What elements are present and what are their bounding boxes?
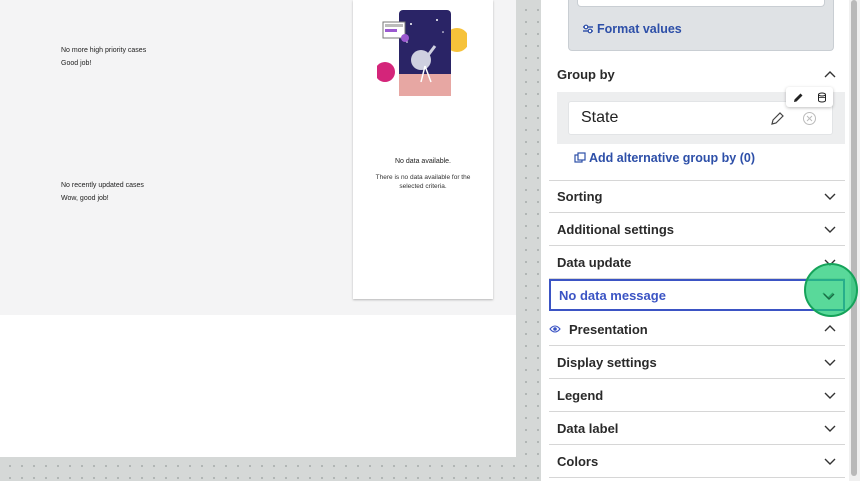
format-values-label: Format values [597,22,682,36]
group-by-value: State [581,109,619,126]
no-data-title: No data available. [394,158,452,165]
section-label: Data label [557,420,619,436]
chevron-up-icon [824,70,836,77]
edit-icon[interactable] [793,92,804,103]
empty-title: No more high priority cases [61,47,147,54]
no-data-text: There is no data available for the selec… [375,174,471,190]
recently-updated-empty-widget: No recently updated cases Wow, good job! [61,180,144,204]
format-values-link[interactable]: Format values [582,22,682,36]
section-label: Colors [557,453,599,469]
eye-icon [549,325,561,333]
field-mini-toolbar [786,87,833,107]
section-sorting[interactable]: Sorting [549,180,845,213]
empty-title: No recently updated cases [61,182,144,189]
no-data-card[interactable]: No data available. There is no data avai… [353,0,493,299]
add-copy-icon [574,152,586,163]
section-colors[interactable]: Colors [549,445,845,478]
empty-subtitle: Good job! [61,60,92,67]
chevron-down-icon [824,458,836,465]
section-data-label[interactable]: Data label [549,412,845,445]
empty-subtitle: Wow, good job! [61,195,109,202]
group-by-label: Group by [557,67,615,82]
no-data-illustration [377,10,467,96]
panel-scroll-thumb[interactable] [851,0,857,476]
section-label: Display settings [557,354,657,370]
section-label: No data message [559,287,666,303]
format-field [577,0,825,7]
section-label: Additional settings [557,221,674,237]
chevron-up-icon [824,325,836,332]
chevron-down-icon [824,226,836,233]
section-display-settings[interactable]: Display settings [549,346,845,379]
add-alternative-label: Add alternative group by (0) [589,151,755,165]
chevron-down-icon [824,193,836,200]
high-priority-empty-widget: No more high priority cases Good job! [61,45,146,69]
section-label: Presentation [569,321,648,337]
remove-circle-icon[interactable] [802,111,817,126]
database-icon[interactable] [817,92,827,103]
pencil-icon[interactable] [769,111,785,127]
section-presentation[interactable]: Presentation [549,313,845,346]
section-additional-settings[interactable]: Additional settings [549,213,845,246]
section-label: Legend [557,387,604,403]
chevron-down-icon [824,392,836,399]
section-data-update[interactable]: Data update [549,246,845,279]
section-no-data-message[interactable]: No data message [549,279,845,311]
chevron-down-icon [824,425,836,432]
section-label: Sorting [557,188,603,204]
canvas-empty-area [0,315,516,457]
chevron-down-icon[interactable] [822,289,836,303]
chevron-down-icon [824,359,836,366]
add-alternative-group-by-link[interactable]: Add alternative group by (0) [574,151,755,165]
section-legend[interactable]: Legend [549,379,845,412]
section-label: Data update [557,254,632,270]
sliders-icon [583,24,593,34]
